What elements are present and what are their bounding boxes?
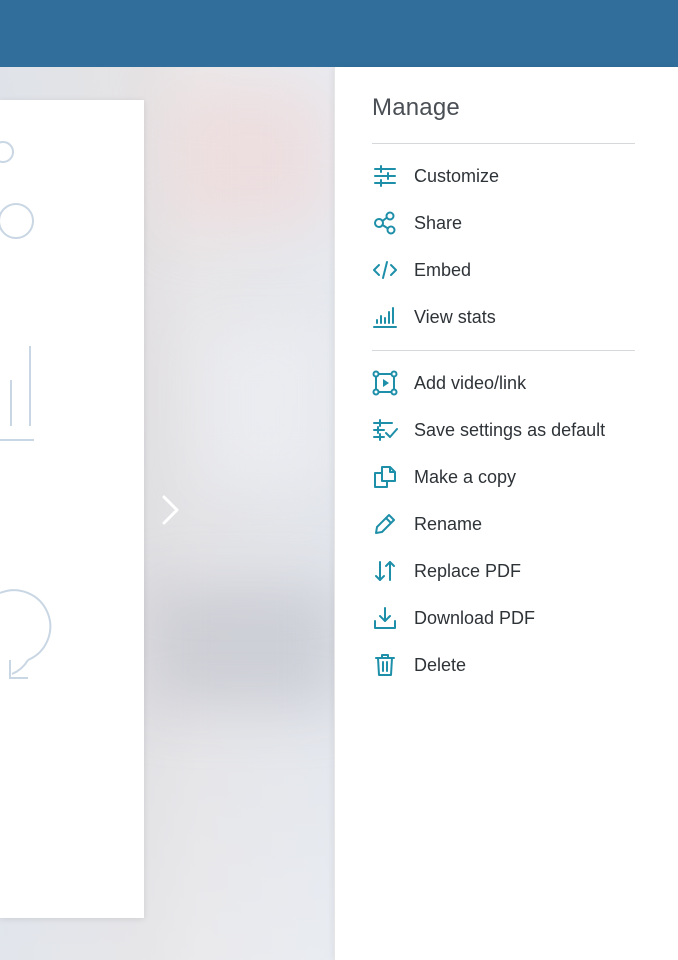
menu-item-label: Embed: [414, 259, 472, 280]
menu-item-label: Share: [414, 212, 463, 233]
menu-item-label: Add video/link: [414, 372, 527, 393]
replace-pdf-menu-item[interactable]: Replace PDF: [372, 554, 652, 588]
document-page-preview[interactable]: [0, 100, 144, 918]
panel-title: Manage: [372, 94, 460, 121]
top-bar: [0, 0, 678, 67]
trash-icon: [372, 652, 398, 678]
rename-menu-item[interactable]: Rename: [372, 507, 652, 541]
make-copy-menu-item[interactable]: Make a copy: [372, 460, 652, 494]
menu-item-label: Download PDF: [414, 607, 536, 628]
page-illustration: [0, 141, 52, 679]
code-icon: [372, 257, 398, 283]
sliders-icon: [372, 163, 398, 189]
embed-menu-item[interactable]: Embed: [372, 253, 652, 287]
divider: [372, 350, 635, 351]
menu-item-label: View stats: [414, 306, 496, 327]
save-settings-default-menu-item[interactable]: Save settings as default: [372, 413, 652, 447]
download-icon: [372, 605, 398, 631]
menu-item-label: Save settings as default: [414, 419, 606, 440]
pencil-icon: [372, 511, 398, 537]
share-icon: [372, 210, 398, 236]
manage-panel: Manage Customize Share Embed View stats …: [334, 67, 678, 960]
menu-item-label: Customize: [414, 165, 500, 186]
add-video-icon: [372, 370, 398, 396]
download-pdf-menu-item[interactable]: Download PDF: [372, 601, 652, 635]
view-stats-menu-item[interactable]: View stats: [372, 300, 652, 334]
customize-menu-item[interactable]: Customize: [372, 159, 652, 193]
share-menu-item[interactable]: Share: [372, 206, 652, 240]
settings-check-icon: [372, 417, 398, 443]
delete-menu-item[interactable]: Delete: [372, 648, 652, 682]
copy-icon: [372, 464, 398, 490]
menu-item-label: Rename: [414, 513, 483, 534]
bar-chart-icon: [372, 304, 398, 330]
menu-item-label: Replace PDF: [414, 560, 522, 581]
swap-arrows-icon: [372, 558, 398, 584]
add-video-link-menu-item[interactable]: Add video/link: [372, 366, 652, 400]
divider: [372, 143, 635, 144]
next-page-arrow-icon[interactable]: [155, 490, 185, 530]
menu-item-label: Make a copy: [414, 466, 517, 487]
menu-item-label: Delete: [414, 654, 467, 675]
